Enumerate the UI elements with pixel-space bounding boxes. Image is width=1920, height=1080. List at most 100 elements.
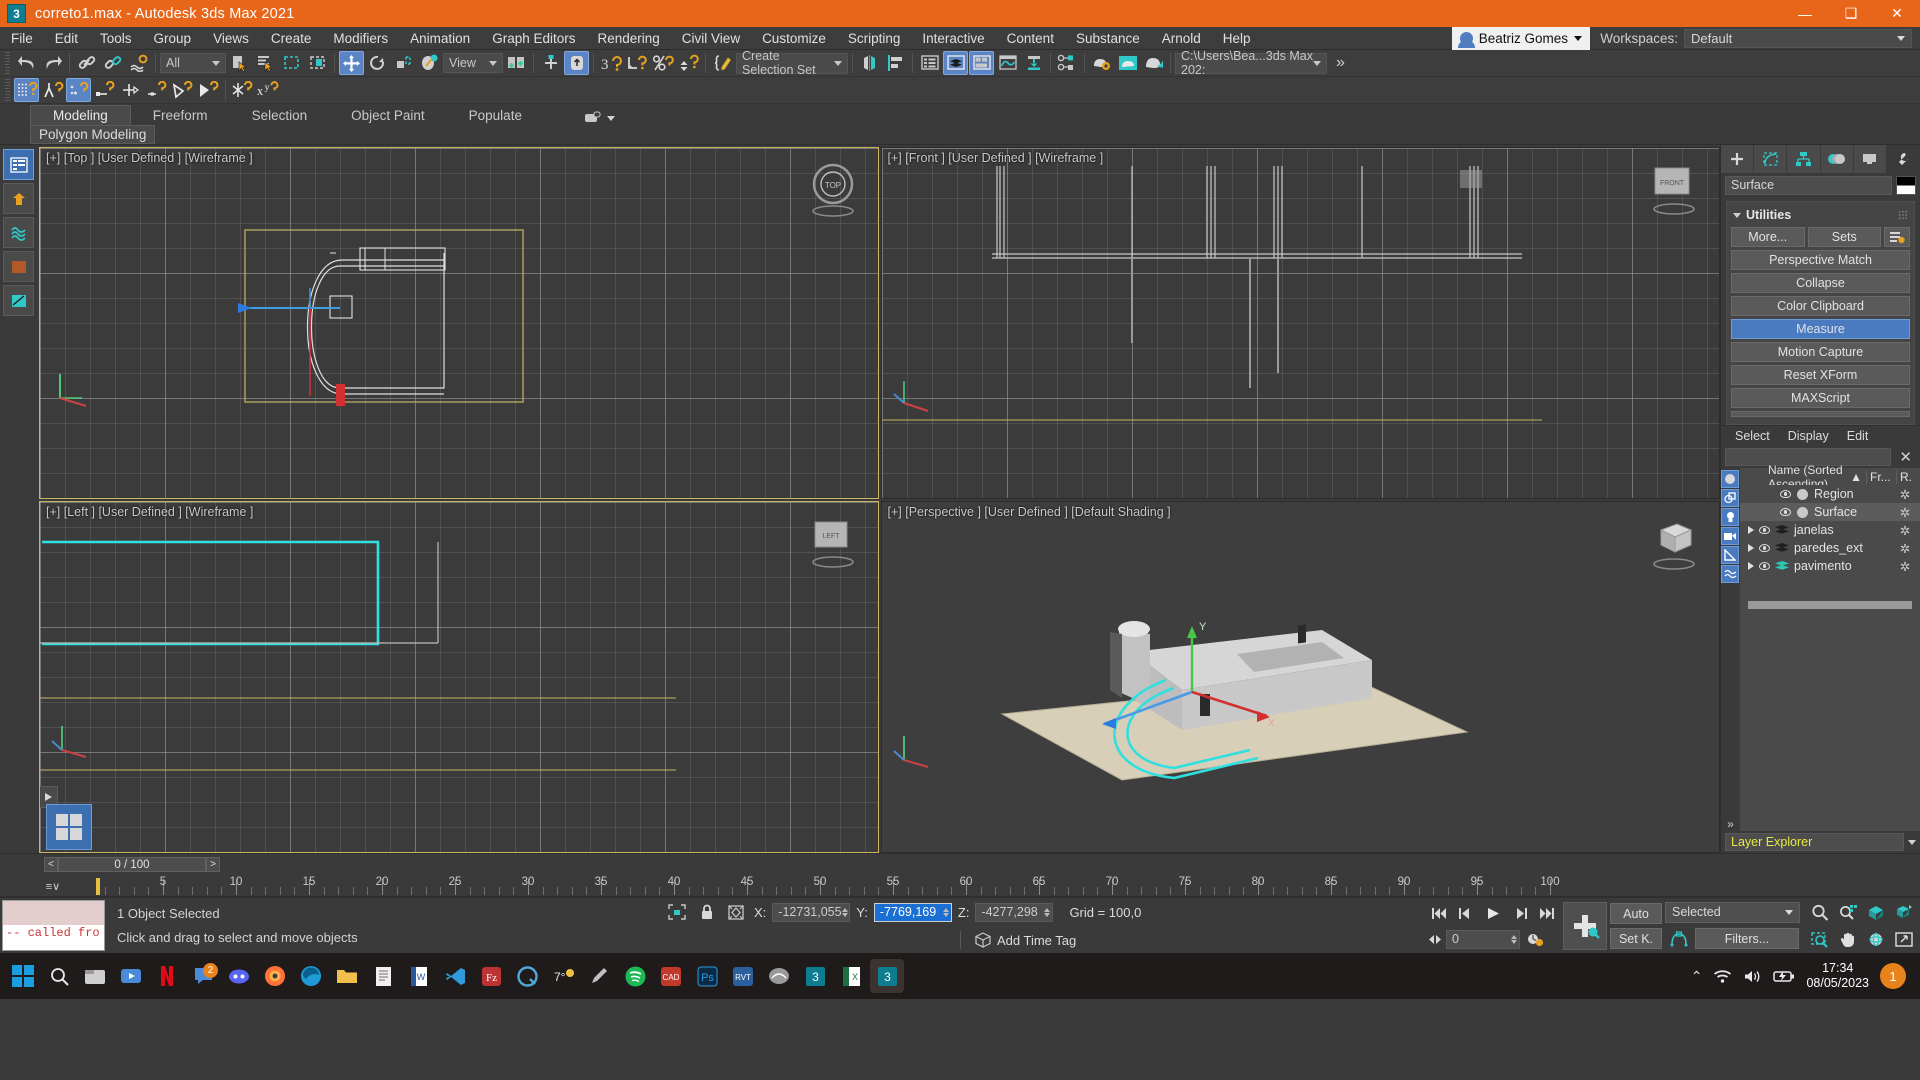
spinner-arrows-icon[interactable] <box>1044 907 1051 917</box>
snaps-3d-icon[interactable]: 3 <box>598 51 623 75</box>
reset-xform-button[interactable]: Reset XForm <box>1731 365 1910 385</box>
menu-civil-view[interactable]: Civil View <box>671 27 751 50</box>
mini-listener-output[interactable] <box>3 901 104 925</box>
zoom-extents-all-icon[interactable] <box>1891 901 1916 925</box>
object-color-swatch[interactable] <box>1896 176 1916 195</box>
3dsmax-taskbar-icon[interactable]: 3 <box>798 959 832 993</box>
filter-lights-icon[interactable] <box>1721 508 1739 526</box>
edit-named-selection-sets-icon[interactable] <box>710 51 735 75</box>
rhino-icon[interactable] <box>762 959 796 993</box>
ribbon-tab-freeform[interactable]: Freeform <box>131 106 230 125</box>
time-cursor[interactable] <box>96 878 100 895</box>
filter-helpers-icon[interactable] <box>1721 546 1739 564</box>
ribbon-display-icon[interactable] <box>584 111 602 125</box>
filter-space-warps-icon[interactable] <box>1721 565 1739 583</box>
filters-button[interactable]: Filters... <box>1695 928 1799 949</box>
track-bar-ruler[interactable]: ≡∨ 5 10 15 20 25 30 35 40 45 50 55 60 65 70 75 80 85 90 95… <box>0 875 1920 897</box>
revit-icon[interactable]: RVT <box>726 959 760 993</box>
netflix-icon[interactable] <box>150 959 184 993</box>
default-in-out-tangents-icon[interactable] <box>1666 927 1691 951</box>
auto-key-button[interactable]: Auto <box>1609 903 1662 924</box>
bind-to-space-warp-icon[interactable] <box>126 51 151 75</box>
freeze-icon[interactable]: ✲ <box>1890 559 1920 574</box>
menu-substance[interactable]: Substance <box>1065 27 1151 50</box>
wifi-icon[interactable] <box>1713 969 1732 984</box>
unlink-selection-icon[interactable] <box>100 51 125 75</box>
utilities-rollout-header[interactable]: Utilities <box>1731 206 1910 227</box>
select-and-scale-icon[interactable] <box>391 51 416 75</box>
zoom-extents-icon[interactable] <box>1863 901 1888 925</box>
table-row[interactable]: Region ✲ <box>1740 485 1920 503</box>
zoom-icon[interactable] <box>1807 901 1832 925</box>
view-cube-front[interactable]: FRONT <box>1643 162 1705 224</box>
menu-graph-editors[interactable]: Graph Editors <box>481 27 586 50</box>
face-snap-icon[interactable] <box>170 78 195 102</box>
mirror-icon[interactable] <box>857 51 882 75</box>
autocad-icon[interactable]: CAD <box>654 959 688 993</box>
motion-tab[interactable] <box>1821 145 1854 173</box>
spotify-icon[interactable] <box>618 959 652 993</box>
toolstrip-overflow-icon[interactable]: » <box>1721 817 1740 831</box>
ribbon-subtab-polygon-modeling[interactable]: Polygon Modeling <box>30 125 156 144</box>
hierarchy-tab[interactable] <box>1787 145 1821 173</box>
next-frame-button[interactable]: > <box>206 857 220 872</box>
window-crossing-toggle-icon[interactable] <box>305 51 330 75</box>
taskbar-clock[interactable]: 17:34 08/05/2023 <box>1806 961 1869 991</box>
prev-frame-button[interactable]: < <box>44 857 58 872</box>
selection-filter-dropdown[interactable]: All <box>160 53 226 73</box>
spinner-arrows-icon[interactable] <box>1510 934 1517 944</box>
dock-scene-explorer-icon[interactable] <box>3 149 34 180</box>
viewport-top-label[interactable]: [+] [Top ] [User Defined ] [Wireframe ] <box>46 151 253 165</box>
freeze-icon[interactable]: ✲ <box>1890 541 1920 556</box>
vertex-snap-icon[interactable] <box>66 78 91 102</box>
vscode-icon[interactable] <box>438 959 472 993</box>
ribbon-tab-object-paint[interactable]: Object Paint <box>329 106 447 125</box>
endpoint-snap-icon[interactable] <box>40 78 65 102</box>
maxscript-mini-listener[interactable]: -- called fro <box>2 900 105 951</box>
toggle-layer-explorer-icon[interactable] <box>943 51 968 75</box>
select-object-icon[interactable] <box>227 51 252 75</box>
z-coordinate-field[interactable]: -4277,298 <box>975 902 1054 922</box>
spinner-arrows-icon[interactable] <box>942 907 949 917</box>
viewport-front[interactable]: [+] [Front ] [User Defined ] [Wireframe … <box>880 147 1720 499</box>
key-mode-toggle-icon[interactable] <box>1427 927 1443 951</box>
named-selection-sets-dropdown[interactable]: Create Selection Set <box>736 49 848 77</box>
zoom-all-icon[interactable] <box>1835 901 1860 925</box>
scene-explorer-menu-edit[interactable]: Edit <box>1847 429 1869 443</box>
3dsmax-active-icon[interactable]: 3 <box>870 959 904 993</box>
configure-button-sets-icon[interactable] <box>1884 227 1910 247</box>
angle-snap-toggle-icon[interactable] <box>624 51 649 75</box>
chevron-down-icon[interactable] <box>606 115 615 121</box>
previous-frame-icon[interactable] <box>1454 901 1479 925</box>
start-windows-icon[interactable] <box>6 959 40 993</box>
project-folder-dropdown[interactable]: C:\Users\Bea...3ds Max 202: <box>1175 49 1327 77</box>
toolbar-grip[interactable] <box>5 52 10 74</box>
toolbar-overflow-icon[interactable]: » <box>1328 51 1353 75</box>
chat-icon[interactable]: 2 <box>186 959 220 993</box>
collapse-button[interactable]: Collapse <box>1731 273 1910 293</box>
user-account-menu[interactable]: Beatriz Gomes <box>1451 27 1590 50</box>
filter-geometry-icon[interactable] <box>1721 470 1739 488</box>
freeze-icon[interactable]: ✲ <box>1890 523 1920 538</box>
freeze-icon[interactable]: ✲ <box>1890 487 1920 502</box>
menu-file[interactable]: File <box>0 27 44 50</box>
dock-material-icon[interactable] <box>3 251 34 282</box>
spinner-snap-toggle-icon[interactable] <box>676 51 701 75</box>
mini-listener-input[interactable]: -- called fro <box>3 924 104 950</box>
absolute-relative-toggle-icon[interactable] <box>724 900 748 924</box>
color-clipboard-button[interactable]: Color Clipboard <box>1731 296 1910 316</box>
render-production-icon[interactable] <box>1141 51 1166 75</box>
edge-snap-icon[interactable] <box>92 78 117 102</box>
visibility-eye-icon[interactable] <box>1780 490 1791 498</box>
file-explorer-icon[interactable] <box>78 959 112 993</box>
view-cube-top[interactable]: TOP <box>802 162 864 224</box>
expand-arrow-icon[interactable] <box>1748 526 1754 534</box>
selection-lock-icon[interactable] <box>696 900 718 924</box>
viewport-left[interactable]: [+] [Left ] [User Defined ] [Wireframe ]… <box>39 501 879 853</box>
filter-shapes-icon[interactable] <box>1721 489 1739 507</box>
dock-measure-icon[interactable] <box>3 285 34 316</box>
more-button[interactable]: More... <box>1731 227 1805 247</box>
viewport-left-label[interactable]: [+] [Left ] [User Defined ] [Wireframe ] <box>46 505 253 519</box>
object-name-field[interactable]: Surface <box>1725 176 1892 195</box>
select-and-link-icon[interactable] <box>74 51 99 75</box>
